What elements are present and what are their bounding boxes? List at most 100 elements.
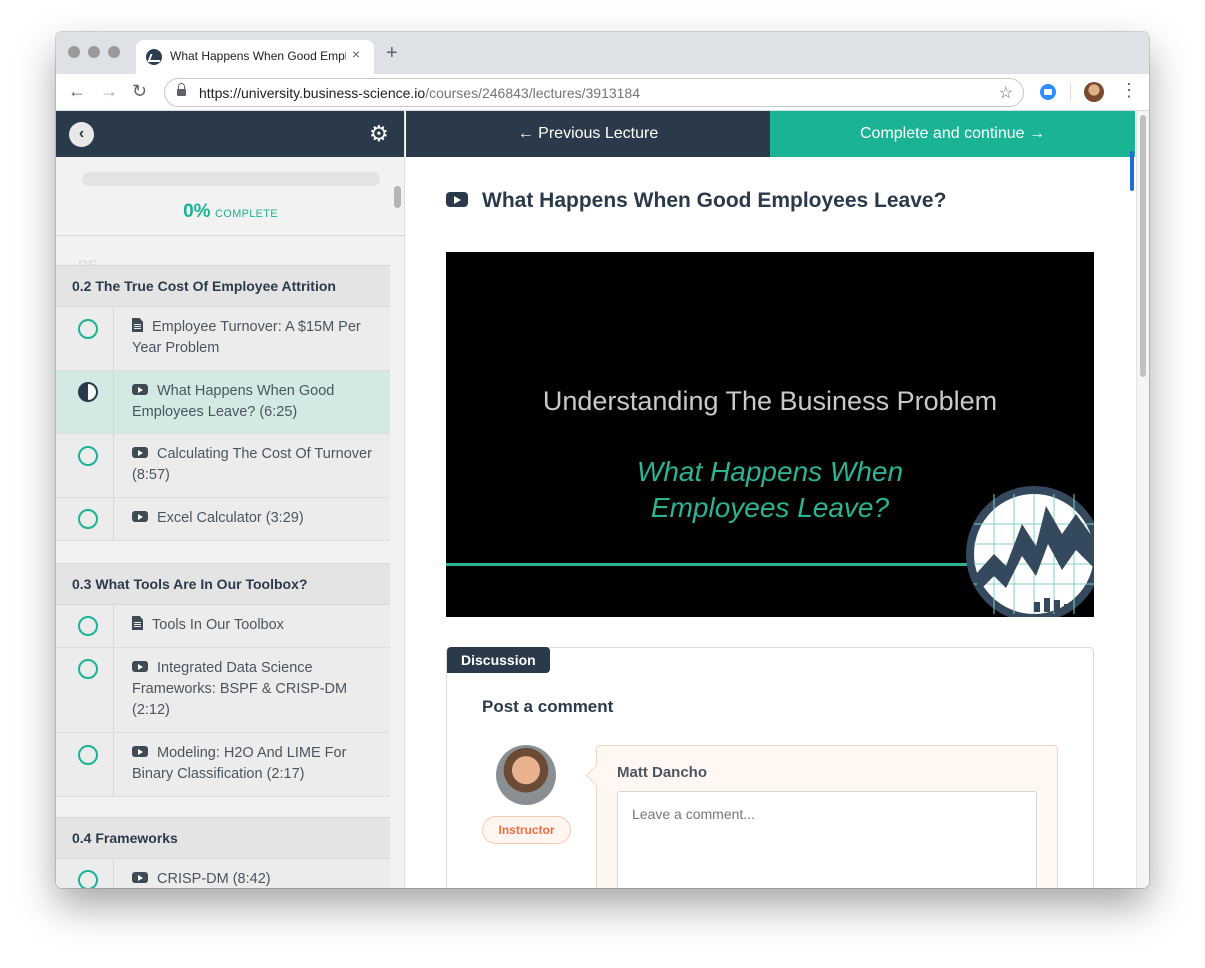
content-scrollbar[interactable]: [1136, 111, 1149, 888]
lecture-label: Tools In Our Toolbox: [152, 617, 284, 633]
progress-value: 0%: [183, 201, 211, 222]
video-icon: [132, 661, 148, 672]
document-icon: [132, 318, 143, 332]
lecture-link[interactable]: What Happens When Good Employees Leave? …: [132, 381, 382, 423]
previous-lecture-button[interactable]: ← Previous Lecture: [406, 111, 770, 157]
curriculum-sidebar: ‹ ⚙ RE... 0% COMPLETE 0.2 The True Cost …: [56, 111, 405, 888]
lecture-item[interactable]: CRISP-DM (8:42): [56, 859, 390, 888]
complete-and-continue-button[interactable]: Complete and continue →: [770, 111, 1135, 157]
lecture-label: What Happens When Good Employees Leave? …: [132, 383, 335, 420]
lecture-item[interactable]: Modeling: H2O And LIME For Binary Classi…: [56, 733, 390, 797]
lecture-link[interactable]: Modeling: H2O And LIME For Binary Classi…: [132, 743, 382, 785]
gear-icon[interactable]: ⚙: [369, 121, 389, 147]
video-icon: [132, 511, 148, 522]
lecture-title: What Happens When Good Employees Leave?: [446, 189, 946, 213]
browser-window: What Happens When Good Employees Leave? …: [56, 32, 1149, 888]
progress-label: COMPLETE: [215, 208, 278, 220]
video-icon: [132, 384, 148, 395]
row-divider: [113, 371, 114, 433]
commenter-name: Matt Dancho: [617, 764, 707, 781]
lecture-item[interactable]: Tools In Our Toolbox: [56, 605, 390, 648]
row-divider: [113, 733, 114, 796]
progress-bar: [82, 172, 380, 186]
address-bar[interactable]: https://university.business-science.io/c…: [164, 78, 1024, 107]
video-player[interactable]: Understanding The Business Problem What …: [446, 252, 1094, 617]
discussion-tab[interactable]: Discussion: [447, 647, 550, 673]
comment-composer: Matt Dancho: [596, 745, 1058, 888]
course-progress: RE... 0% COMPLETE: [56, 157, 404, 273]
url-text[interactable]: https://university.business-science.io/c…: [199, 85, 640, 101]
lecture-content: What Happens When Good Employees Leave? …: [406, 157, 1134, 888]
lecture-link[interactable]: Tools In Our Toolbox: [132, 615, 382, 636]
lecture-link[interactable]: Employee Turnover: A $15M Per Year Probl…: [132, 317, 382, 359]
tab-close-icon[interactable]: ×: [352, 46, 360, 62]
video-subtitle: What Happens When Employees Leave?: [636, 456, 904, 523]
url-path: /courses/246843/lectures/3913184: [425, 85, 641, 101]
zoom-extension-icon[interactable]: [1040, 84, 1056, 100]
favicon-icon: [146, 49, 162, 65]
status-incomplete-icon: [78, 509, 98, 529]
close-window-dot[interactable]: [68, 46, 80, 58]
row-divider: [113, 434, 114, 497]
progress-percentage: 0% COMPLETE: [56, 201, 404, 223]
status-incomplete-icon: [78, 745, 98, 765]
lecture-link[interactable]: Integrated Data Science Frameworks: BSPF…: [132, 658, 382, 721]
row-divider: [113, 307, 114, 370]
back-arrow-icon[interactable]: ←: [68, 81, 86, 101]
lecture-title-text: What Happens When Good Employees Leave?: [482, 189, 947, 212]
url-host: https://university.business-science.io: [199, 85, 426, 101]
bookmark-star-icon[interactable]: ☆: [999, 83, 1013, 103]
section-header: 0.3 What Tools Are In Our Toolbox?: [56, 563, 390, 605]
comment-input[interactable]: [617, 791, 1037, 888]
lecture-label: Modeling: H2O And LIME For Binary Classi…: [132, 745, 347, 782]
reload-icon[interactable]: ↻: [132, 81, 147, 101]
lecture-item[interactable]: Integrated Data Science Frameworks: BSPF…: [56, 648, 390, 733]
lecture-link[interactable]: Excel Calculator (3:29): [132, 508, 382, 529]
post-comment-heading: Post a comment: [482, 697, 614, 716]
discussion-panel: Discussion Post a comment Instructor Mat…: [446, 647, 1094, 888]
browser-tab[interactable]: What Happens When Good Employees Leave? …: [136, 40, 374, 74]
section-header: 0.2 The True Cost Of Employee Attrition: [56, 265, 390, 307]
document-icon: [132, 616, 143, 630]
forward-arrow-icon[interactable]: →: [100, 81, 118, 101]
new-tab-button[interactable]: +: [386, 43, 398, 63]
row-divider: [113, 605, 114, 647]
scroll-indicator: [1130, 151, 1134, 191]
section-header: 0.4 Frameworks: [56, 817, 390, 859]
lecture-link[interactable]: Calculating The Cost Of Turnover (8:57): [132, 444, 382, 486]
status-incomplete-icon: [78, 616, 98, 636]
lecture-item[interactable]: Employee Turnover: A $15M Per Year Probl…: [56, 307, 390, 371]
maximize-window-dot[interactable]: [108, 46, 120, 58]
status-incomplete-icon: [78, 659, 98, 679]
lock-icon: [177, 83, 186, 98]
lecture-item[interactable]: Calculating The Cost Of Turnover (8:57): [56, 434, 390, 498]
business-science-logo: [966, 486, 1094, 617]
status-incomplete-icon: [78, 870, 98, 888]
row-divider: [113, 648, 114, 732]
lecture-item[interactable]: Excel Calculator (3:29): [56, 498, 390, 541]
profile-avatar[interactable]: [1084, 82, 1104, 102]
scrollbar-thumb[interactable]: [1140, 115, 1146, 377]
minimize-window-dot[interactable]: [88, 46, 100, 58]
video-icon: [132, 872, 148, 883]
video-icon: [132, 447, 148, 458]
lecture-label: Calculating The Cost Of Turnover (8:57): [132, 446, 372, 483]
lecture-label: Excel Calculator (3:29): [157, 510, 304, 526]
tab-title: What Happens When Good Employees Leave?: [170, 49, 346, 63]
status-in-progress-icon: [78, 382, 98, 402]
browser-menu-icon[interactable]: ⋮: [1120, 80, 1138, 100]
sidebar-scrollbar[interactable]: [394, 186, 401, 208]
browser-toolbar: ← → ↻ https://university.business-scienc…: [56, 74, 1149, 111]
back-to-course-button[interactable]: ‹: [69, 122, 94, 147]
video-icon: [446, 192, 468, 207]
lecture-link[interactable]: CRISP-DM (8:42): [132, 869, 382, 888]
row-divider: [113, 498, 114, 540]
lecture-label: Employee Turnover: A $15M Per Year Probl…: [132, 319, 361, 356]
course-player: ‹ ⚙ RE... 0% COMPLETE 0.2 The True Cost …: [56, 111, 1149, 888]
sidebar-header: ‹ ⚙: [56, 111, 404, 157]
status-incomplete-icon: [78, 319, 98, 339]
lecture-label: Integrated Data Science Frameworks: BSPF…: [132, 660, 348, 718]
tab-strip: What Happens When Good Employees Leave? …: [56, 32, 1149, 74]
lecture-item-active[interactable]: What Happens When Good Employees Leave? …: [56, 371, 390, 434]
toolbar-separator: [1070, 83, 1071, 101]
